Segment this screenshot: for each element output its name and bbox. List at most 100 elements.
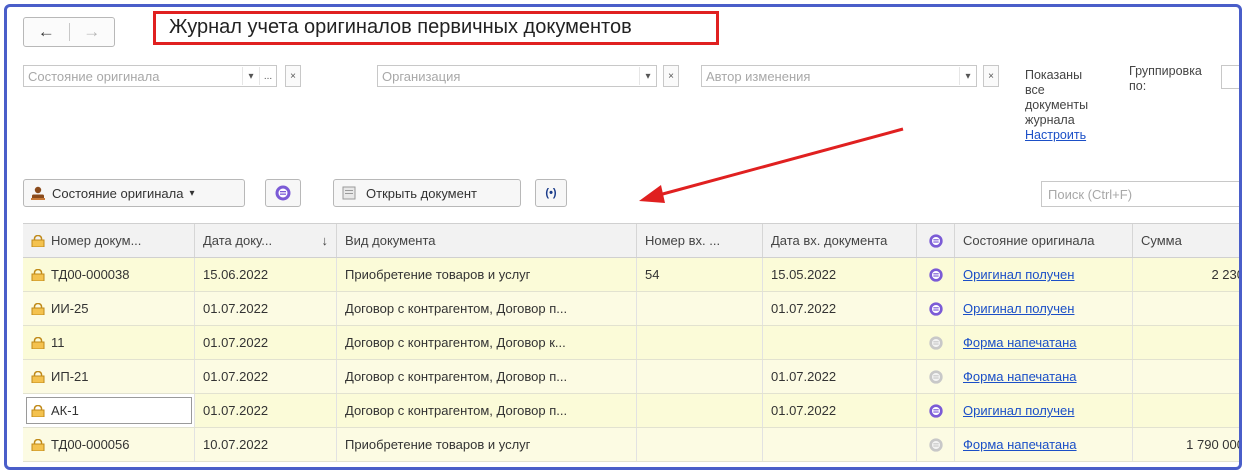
cell-sum[interactable] [1133,326,1239,359]
organization-clear-button[interactable]: × [663,65,679,87]
table-row[interactable]: ТД00-000056 10.07.2022 Приобретение товаро… [23,428,1239,462]
cell-state-icon[interactable] [917,292,955,325]
state-menu-button[interactable]: Состояние оригинала ▾ [23,179,245,207]
cell-state[interactable]: Форма напечатана [955,326,1133,359]
cell-sum[interactable] [1133,360,1239,393]
lock-icon [31,336,45,349]
cell-in-date[interactable]: 01.07.2022 [763,394,917,427]
state-link[interactable]: Форма напечатана [963,369,1077,384]
cell-state[interactable]: Оригинал получен [955,394,1133,427]
cell-kind[interactable]: Приобретение товаров и услуг [337,258,637,291]
cell-date[interactable]: 01.07.2022 [195,360,337,393]
cell-in-date[interactable] [763,326,917,359]
author-clear-button[interactable]: × [983,65,999,87]
forward-button[interactable]: → [70,18,115,46]
author-filter-field[interactable]: Автор изменения ▾ [701,65,977,87]
organization-filter-field[interactable]: Организация ▾ [377,65,657,87]
col-date-header[interactable]: Дата доку... ↓ [195,224,337,257]
cell-state-icon[interactable] [917,394,955,427]
state-link[interactable]: Форма напечатана [963,437,1077,452]
col-in-date-header[interactable]: Дата вх. документа [763,224,917,257]
table-row[interactable]: 11 01.07.2022 Договор с контрагентом, Дого… [23,326,1239,360]
cell-state[interactable]: Форма напечатана [955,360,1133,393]
cell-sum[interactable] [1133,394,1239,427]
cell-number[interactable]: ТД00-000056 [23,428,195,461]
cell-state-icon[interactable] [917,428,955,461]
cell-kind[interactable]: Договор с контрагентом, Договор п... [337,292,637,325]
state-filter-choose-button[interactable]: ... [259,67,276,85]
cell-state-icon[interactable] [917,258,955,291]
cell-state[interactable]: Оригинал получен [955,292,1133,325]
cell-in-number[interactable] [637,292,763,325]
scan-button[interactable]: (•) [535,179,567,207]
cell-in-date[interactable]: 15.05.2022 [763,258,917,291]
cell-sum[interactable] [1133,292,1239,325]
cell-in-date[interactable]: 01.07.2022 [763,360,917,393]
state-link[interactable]: Оригинал получен [963,267,1074,282]
cell-in-date[interactable]: 01.07.2022 [763,292,917,325]
cell-sum[interactable]: 2 230 [1133,258,1239,291]
table-row[interactable]: ИП-21 01.07.2022 Договор с контрагентом, Д… [23,360,1239,394]
back-button[interactable]: ← [24,18,69,46]
search-input[interactable]: Поиск (Ctrl+F) [1041,181,1239,207]
state-link[interactable]: Оригинал получен [963,301,1074,316]
state-inactive-icon [928,437,944,453]
cell-state[interactable]: Форма напечатана [955,428,1133,461]
organization-filter-input[interactable]: Организация [378,69,639,84]
col-in-number-label: Номер вх. ... [645,233,721,248]
cell-state[interactable]: Оригинал получен [955,258,1133,291]
col-sum-header[interactable]: Сумма [1133,224,1239,257]
user-stamp-icon [30,185,46,201]
col-number-header[interactable]: Номер докум... [23,224,195,257]
table-row[interactable]: АК-1 01.07.2022 Договор с контрагентом, До… [23,394,1239,428]
cell-kind[interactable]: Договор с контрагентом, Договор п... [337,394,637,427]
lock-icon [31,268,45,281]
state-link[interactable]: Оригинал получен [963,403,1074,418]
table-row[interactable]: ИИ-25 01.07.2022 Договор с контрагентом, Д… [23,292,1239,326]
cell-date[interactable]: 01.07.2022 [195,394,337,427]
col-sum-label: Сумма [1141,233,1182,248]
state-filter-clear-button[interactable]: × [285,65,301,87]
cell-number[interactable]: 11 [23,326,195,359]
cell-kind[interactable]: Договор с контрагентом, Договор п... [337,360,637,393]
cell-date[interactable]: 01.07.2022 [195,292,337,325]
cell-number[interactable]: ТД00-000038 [23,258,195,291]
cell-number[interactable]: ИИ-25 [23,292,195,325]
organization-dropdown-icon[interactable]: ▾ [639,67,656,85]
cell-in-number[interactable] [637,394,763,427]
col-state-icon-header[interactable] [917,224,955,257]
cell-in-number[interactable] [637,428,763,461]
cell-in-date[interactable] [763,428,917,461]
state-filter-dropdown-icon[interactable]: ▾ [242,67,259,85]
state-link[interactable]: Форма напечатана [963,335,1077,350]
cell-sum[interactable]: 1 790 000 [1133,428,1239,461]
author-dropdown-icon[interactable]: ▾ [959,67,976,85]
grouping-select[interactable] [1221,65,1239,89]
open-document-label: Открыть документ [366,185,477,201]
cell-in-number[interactable] [637,326,763,359]
cell-kind[interactable]: Приобретение товаров и услуг [337,428,637,461]
cell-date[interactable]: 15.06.2022 [195,258,337,291]
state-filter-input[interactable]: Состояние оригинала [24,69,242,84]
state-quick-button[interactable] [265,179,301,207]
col-in-number-header[interactable]: Номер вх. ... [637,224,763,257]
author-filter-input[interactable]: Автор изменения [702,69,959,84]
configure-link[interactable]: Настроить [1025,128,1086,142]
col-kind-label: Вид документа [345,233,436,248]
open-document-button[interactable]: Открыть документ [333,179,521,207]
cell-state-icon[interactable] [917,326,955,359]
state-filter-field[interactable]: Состояние оригинала ▾ ... [23,65,277,87]
cell-in-number[interactable]: 54 [637,258,763,291]
cell-kind[interactable]: Договор с контрагентом, Договор к... [337,326,637,359]
cell-in-number[interactable] [637,360,763,393]
cell-date[interactable]: 01.07.2022 [195,326,337,359]
cell-date[interactable]: 10.07.2022 [195,428,337,461]
state-icon [928,233,944,249]
col-state-header[interactable]: Состояние оригинала [955,224,1133,257]
cell-number[interactable]: АК-1 [23,394,195,427]
cell-number[interactable]: ИП-21 [23,360,195,393]
cell-state-icon[interactable] [917,360,955,393]
table-row[interactable]: ТД00-000038 15.06.2022 Приобретение товаро… [23,258,1239,292]
col-kind-header[interactable]: Вид документа [337,224,637,257]
table-header: Номер докум... Дата доку... ↓ Вид докуме… [23,224,1239,258]
